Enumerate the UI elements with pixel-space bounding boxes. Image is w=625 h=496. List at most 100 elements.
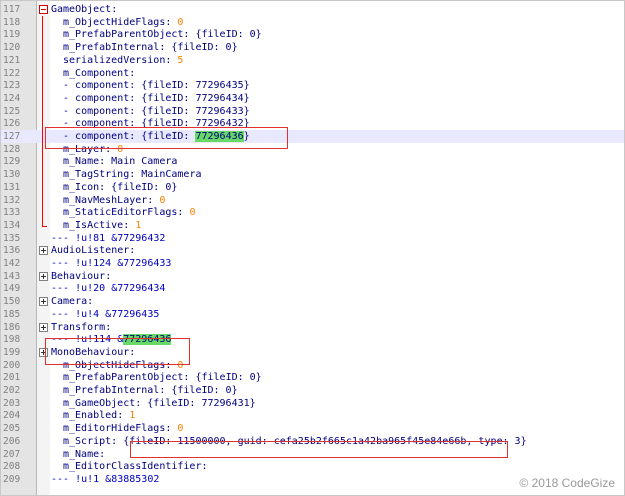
collapse-fold-icon[interactable] (39, 5, 48, 14)
line-number: 185 (3, 308, 21, 320)
code-text: Transform: (51, 321, 111, 334)
code-line[interactable]: 117 GameObject: (1, 3, 624, 16)
line-number: 149 (3, 283, 21, 295)
code-line[interactable]: 186 Transform: (1, 321, 624, 334)
code-token: : {fileID: 77296431} (135, 397, 256, 409)
code-token: : (105, 321, 112, 333)
code-token: m_EditorClassIdentifier (63, 461, 202, 473)
code-token: component (75, 92, 130, 104)
code-line[interactable]: 142 --- !u!124 &77296433 (1, 257, 624, 270)
code-line[interactable]: 124 - component: {fileID: 77296434} (1, 92, 624, 105)
code-token: : {fileID: 0} (159, 385, 238, 396)
code-line[interactable]: 123 - component: {fileID: 77296435} (1, 79, 624, 92)
code-token: : (201, 461, 208, 473)
code-line[interactable]: 125 - component: {fileID: 77296433} (1, 105, 624, 118)
code-token: : (87, 296, 94, 308)
code-token: Transform (51, 321, 106, 333)
code-line[interactable]: 118 m_ObjectHideFlags: 0 (1, 16, 624, 29)
annotation-box-script (130, 441, 508, 458)
code-text: m_PrefabParentObject: {fileID: 0} (63, 371, 262, 384)
code-token: - (63, 92, 76, 104)
line-number: 150 (3, 296, 21, 308)
line-number: 209 (3, 473, 21, 485)
code-token: AudioListener (51, 245, 130, 257)
code-token: 1 (129, 410, 136, 422)
code-text: GameObject: (51, 3, 117, 16)
code-token: : {fileID: 0} (99, 181, 178, 193)
code-token: : (117, 410, 130, 422)
expand-fold-icon[interactable] (39, 322, 48, 332)
code-text: m_TagString: MainCamera (63, 168, 201, 181)
code-text: --- !u!20 &77296434 (51, 282, 165, 295)
code-line[interactable]: 202 m_PrefabInternal: {fileID: 0} (1, 384, 624, 397)
code-line[interactable]: 119 m_PrefabParentObject: {fileID: 0} (1, 28, 624, 41)
code-token: : (105, 270, 112, 282)
code-line[interactable]: 134 m_IsActive: 1 (1, 219, 624, 232)
code-line[interactable]: 120 m_PrefabInternal: {fileID: 0} (1, 41, 624, 54)
code-token: : {fileID: 0} (183, 29, 262, 41)
code-line[interactable]: 185 --- !u!4 &77296435 (1, 308, 624, 321)
code-line[interactable]: 129 m_Name: Main Camera (1, 155, 624, 168)
code-text: serializedVersion: 5 (63, 54, 183, 67)
code-line[interactable]: 143 Behaviour: (1, 270, 624, 283)
line-number: 131 (3, 181, 21, 193)
code-text: m_Name: Main Camera (63, 155, 177, 168)
line-number: 121 (3, 54, 21, 66)
code-line[interactable]: 208 m_EditorClassIdentifier: (1, 460, 624, 473)
code-line[interactable]: 132 m_NavMeshLayer: 0 (1, 194, 624, 207)
code-token: : (165, 16, 178, 28)
code-token: m_Enabled (63, 410, 118, 422)
code-text: --- !u!4 &77296435 (51, 308, 159, 321)
code-token: m_PrefabParentObject (63, 29, 184, 41)
expand-fold-icon[interactable] (39, 271, 48, 281)
code-line[interactable]: 136 AudioListener: (1, 244, 624, 257)
code-line[interactable]: 122 m_Component: (1, 67, 624, 80)
code-token: 0 (177, 423, 184, 435)
fold-range-line (42, 16, 43, 226)
code-token: - (63, 80, 76, 92)
annotation-box-docheader (45, 338, 190, 365)
code-line[interactable]: 131 m_Icon: {fileID: 0} (1, 181, 624, 194)
code-text: m_PrefabInternal: {fileID: 0} (63, 384, 238, 397)
line-number: 124 (3, 92, 21, 104)
code-token: 1 (135, 219, 142, 231)
code-text: m_EditorClassIdentifier: (63, 460, 208, 473)
code-token: GameObject (51, 4, 112, 15)
code-token: : {fileID: 77296434} (129, 92, 250, 104)
code-text: m_IsActive: 1 (63, 219, 141, 232)
code-editor[interactable]: 117 GameObject: 118 m_ObjectHideFlags: 0 119… (0, 0, 625, 496)
expand-fold-icon[interactable] (39, 297, 48, 307)
code-text: m_Name: (63, 448, 105, 461)
code-text: AudioListener: (51, 244, 135, 257)
expand-fold-icon[interactable] (39, 246, 48, 256)
line-number: 126 (3, 118, 21, 130)
code-line[interactable]: 205 m_EditorHideFlags: 0 (1, 422, 624, 435)
code-token: Behaviour (51, 270, 106, 282)
code-token: serializedVersion (63, 54, 166, 66)
code-token: : (99, 448, 106, 460)
code-line[interactable]: 121 serializedVersion: 5 (1, 54, 624, 67)
code-token: m_Component (63, 67, 130, 79)
code-line[interactable]: 204 m_Enabled: 1 (1, 409, 624, 422)
code-line[interactable]: 130 m_TagString: MainCamera (1, 168, 624, 181)
line-number: 119 (3, 29, 21, 41)
code-token: component (75, 105, 130, 117)
code-text: m_Enabled: 1 (63, 409, 135, 422)
code-text: --- !u!1 &83885302 (51, 473, 159, 486)
code-token: m_PrefabInternal (63, 385, 160, 396)
code-token: --- !u!1 &83885302 (51, 473, 160, 485)
code-token: m_EditorHideFlags (63, 423, 166, 435)
code-token: m_GameObject (63, 397, 136, 409)
code-line[interactable]: 133 m_StaticEditorFlags: 0 (1, 206, 624, 219)
code-line[interactable]: 150 Camera: (1, 295, 624, 308)
code-line[interactable]: 203 m_GameObject: {fileID: 77296431} (1, 397, 624, 410)
code-text: --- !u!81 &77296432 (51, 232, 165, 245)
line-number: 200 (3, 359, 21, 371)
code-token: m_PrefabParentObject (63, 372, 184, 384)
code-token: m_NavMeshLayer (63, 194, 148, 206)
code-line[interactable]: 149 --- !u!20 &77296434 (1, 282, 624, 295)
line-number: 120 (3, 42, 21, 54)
code-line[interactable]: 135 --- !u!81 &77296432 (1, 232, 624, 245)
line-number: 202 (3, 385, 21, 396)
code-line[interactable]: 201 m_PrefabParentObject: {fileID: 0} (1, 371, 624, 384)
